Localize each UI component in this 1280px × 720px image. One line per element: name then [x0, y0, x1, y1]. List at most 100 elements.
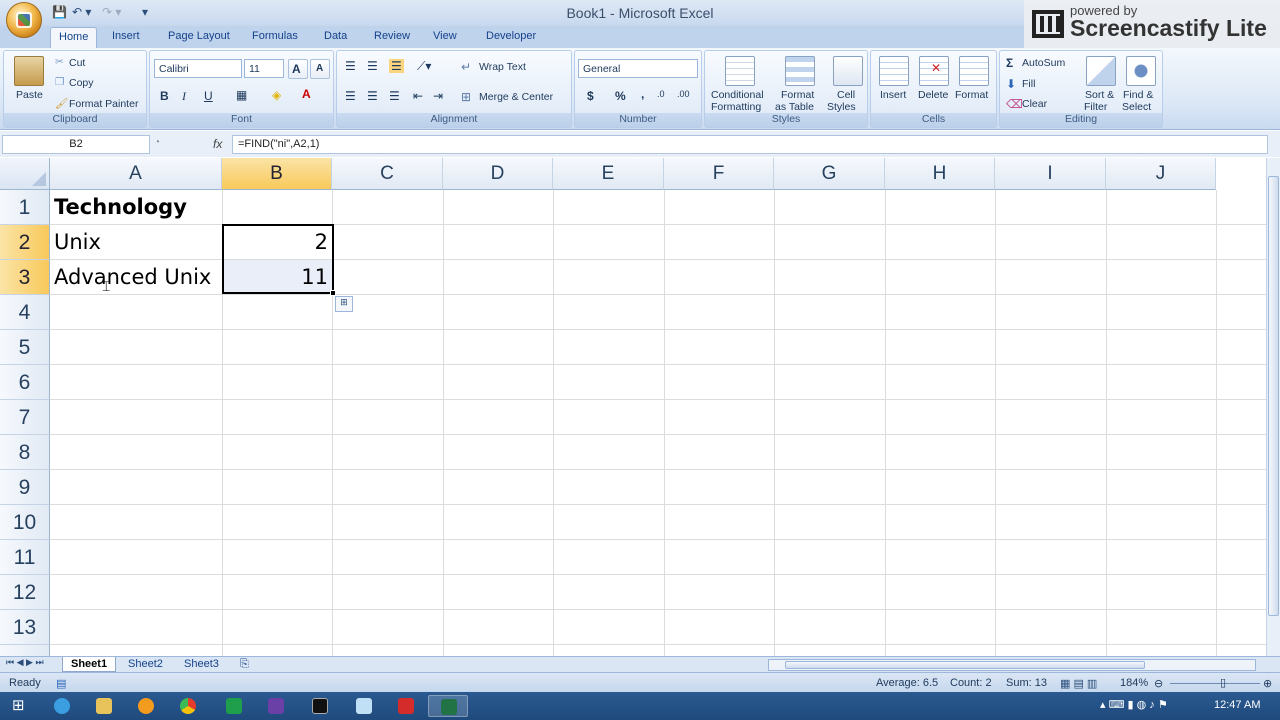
cell-styles-button-line2[interactable]: Styles: [827, 101, 856, 113]
increase-decimal-icon[interactable]: .0: [657, 89, 665, 99]
row-header[interactable]: 10: [0, 505, 50, 540]
italic-button[interactable]: I: [182, 89, 186, 104]
sheet-nav-icons[interactable]: ⏮ ◀ ▶ ⏭: [6, 657, 44, 668]
format-painter-button[interactable]: Format Painter: [69, 98, 138, 110]
insert-sheet-icon[interactable]: ⎘: [232, 657, 257, 672]
select-all-button[interactable]: [0, 158, 50, 190]
horizontal-scrollbar[interactable]: [768, 659, 1256, 671]
column-header[interactable]: H: [885, 158, 995, 190]
tab-page-layout[interactable]: Page Layout: [168, 30, 230, 42]
column-header[interactable]: G: [774, 158, 885, 190]
horizontal-scroll-thumb[interactable]: [785, 661, 1145, 669]
font-color-icon[interactable]: A: [302, 87, 311, 101]
find-select-button-line2[interactable]: Select: [1122, 101, 1151, 113]
taskbar-chrome[interactable]: [168, 695, 208, 717]
tab-developer[interactable]: Developer: [486, 30, 536, 42]
row-header[interactable]: 6: [0, 365, 50, 400]
shrink-font-button[interactable]: A: [310, 59, 330, 79]
find-select-button[interactable]: Find &: [1123, 89, 1153, 101]
font-size-select[interactable]: 11: [244, 59, 284, 78]
taskbar-visual-studio[interactable]: [256, 695, 296, 717]
row-header[interactable]: 3: [0, 260, 50, 295]
format-as-table-button-line2[interactable]: as Table: [775, 101, 814, 113]
cell-b3[interactable]: 11: [222, 260, 332, 295]
sheet-tab-sheet2[interactable]: Sheet2: [120, 657, 171, 672]
column-header[interactable]: I: [995, 158, 1106, 190]
cell-styles-button[interactable]: Cell: [837, 89, 855, 101]
row-header[interactable]: 2: [0, 225, 50, 260]
name-box-dropdown-icon[interactable]: ◔: [154, 137, 160, 148]
tab-view[interactable]: View: [433, 30, 457, 42]
insert-function-button[interactable]: fx: [213, 137, 222, 151]
taskbar-excel[interactable]: [428, 695, 468, 717]
cell-a2[interactable]: Unix: [50, 225, 222, 260]
tab-data[interactable]: Data: [324, 30, 347, 42]
tab-home[interactable]: Home: [50, 27, 98, 49]
sheet-tab-sheet3[interactable]: Sheet3: [176, 657, 227, 672]
row-header[interactable]: 13: [0, 610, 50, 645]
merge-center-button[interactable]: Merge & Center: [479, 91, 553, 103]
format-cells-button[interactable]: Format: [955, 89, 988, 101]
borders-icon[interactable]: ▦: [236, 88, 247, 102]
align-right-icon[interactable]: ☰: [389, 89, 400, 103]
cell-a3[interactable]: Advanced Unix: [50, 260, 222, 295]
zoom-slider[interactable]: [1170, 683, 1260, 684]
row-header[interactable]: 7: [0, 400, 50, 435]
formula-input[interactable]: =FIND("ni",A2,1): [232, 135, 1268, 154]
conditional-formatting-button[interactable]: Conditional: [711, 89, 764, 101]
zoom-slider-thumb-icon[interactable]: ▯: [1220, 676, 1226, 689]
taskbar-app-green[interactable]: [214, 695, 254, 717]
format-as-table-button[interactable]: Format: [781, 89, 814, 101]
row-header[interactable]: 8: [0, 435, 50, 470]
sort-filter-button-line2[interactable]: Filter: [1084, 101, 1107, 113]
tab-formulas[interactable]: Formulas: [252, 30, 298, 42]
row-header[interactable]: [0, 645, 50, 656]
increase-indent-icon[interactable]: ⇥: [433, 89, 443, 103]
column-header[interactable]: F: [664, 158, 774, 190]
align-center-icon[interactable]: ☰: [367, 89, 378, 103]
tray-icons[interactable]: ▴ ⌨ ▮ ◍ ♪ ⚑: [1100, 698, 1168, 711]
zoom-out-icon[interactable]: ⊖: [1154, 677, 1163, 690]
font-name-select[interactable]: Calibri: [154, 59, 242, 78]
row-header[interactable]: 1: [0, 190, 50, 225]
tab-review[interactable]: Review: [374, 30, 410, 42]
vertical-scrollbar[interactable]: [1266, 158, 1280, 656]
fill-button[interactable]: Fill: [1022, 78, 1035, 90]
grow-font-button[interactable]: A: [288, 59, 308, 79]
align-top-icon[interactable]: ☰: [345, 59, 356, 73]
align-middle-icon[interactable]: ☰: [367, 59, 378, 73]
row-header[interactable]: 12: [0, 575, 50, 610]
conditional-formatting-button-line2[interactable]: Formatting: [711, 101, 761, 113]
decrease-indent-icon[interactable]: ⇤: [413, 89, 423, 103]
cut-button[interactable]: Cut: [69, 57, 85, 69]
fill-color-icon[interactable]: ◈: [272, 88, 281, 102]
taskbar-cmd[interactable]: [300, 695, 340, 717]
tab-insert[interactable]: Insert: [112, 30, 140, 42]
comma-button[interactable]: ,: [641, 87, 644, 101]
column-header[interactable]: B: [222, 158, 332, 190]
paste-button[interactable]: Paste: [16, 89, 43, 101]
auto-fill-options-button[interactable]: ⊞: [335, 296, 353, 312]
copy-button[interactable]: Copy: [69, 77, 94, 89]
number-format-select[interactable]: General: [578, 59, 698, 78]
office-button[interactable]: [6, 2, 42, 38]
row-header[interactable]: 11: [0, 540, 50, 575]
start-button[interactable]: ⊞: [0, 695, 40, 717]
underline-button[interactable]: U: [204, 89, 213, 103]
delete-cells-button[interactable]: Delete: [918, 89, 948, 101]
column-header[interactable]: D: [443, 158, 553, 190]
cell-a1[interactable]: Technology: [50, 190, 222, 225]
decrease-decimal-icon[interactable]: .00: [677, 89, 690, 99]
taskbar-explorer[interactable]: [84, 695, 124, 717]
zoom-in-icon[interactable]: ⊕: [1263, 677, 1272, 690]
column-header[interactable]: E: [553, 158, 664, 190]
vertical-scroll-thumb[interactable]: [1268, 176, 1279, 616]
percent-button[interactable]: %: [615, 89, 626, 103]
currency-button[interactable]: $: [587, 89, 594, 103]
row-header[interactable]: 9: [0, 470, 50, 505]
macro-record-icon[interactable]: ▤: [56, 677, 66, 690]
bold-button[interactable]: B: [160, 89, 169, 103]
wrap-text-button[interactable]: Wrap Text: [479, 61, 526, 73]
taskbar-ie[interactable]: [42, 695, 82, 717]
row-header[interactable]: 4: [0, 295, 50, 330]
